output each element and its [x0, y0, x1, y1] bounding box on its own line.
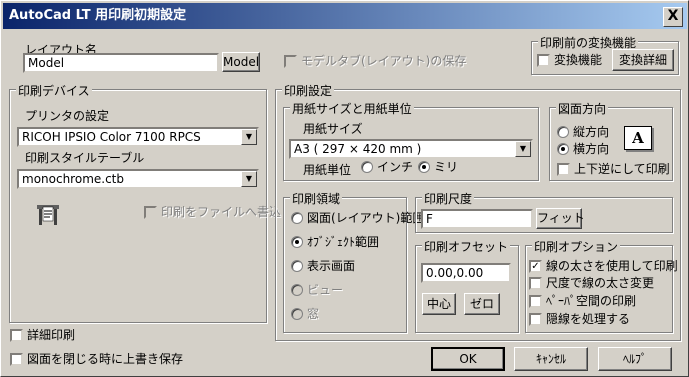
- chevron-down-icon[interactable]: ▼: [241, 129, 257, 145]
- scale-lineweight-checkbox[interactable]: 尺度で線の太さ変更: [529, 277, 654, 290]
- unit-inch-radio[interactable]: インチ: [361, 161, 413, 174]
- print-offset-group: 印刷オフセット: [415, 238, 519, 333]
- print-settings-dialog: AutoCad LT 用印刷初期設定 X レイアウト名 Model Model …: [0, 0, 689, 377]
- help-button[interactable]: ﾍﾙﾌﾟ: [598, 347, 672, 371]
- detail-print-checkbox[interactable]: 詳細印刷: [10, 329, 75, 342]
- radio-dot: [557, 126, 569, 138]
- paper-size-label: 用紙サイズ: [303, 122, 363, 136]
- landscape-radio[interactable]: 横方向: [557, 143, 609, 156]
- radio-dot: [291, 260, 303, 272]
- cancel-button[interactable]: ｷｬﾝｾﾙ: [514, 347, 588, 371]
- overwrite-save-label: 図面を閉じる時に上書き保存: [27, 352, 184, 366]
- print-offset-input[interactable]: 0.00,0.00: [421, 263, 511, 283]
- area-view-label: ビュー: [307, 283, 344, 297]
- radio-dot: [291, 284, 303, 296]
- style-table-value: monochrome.ctb: [22, 172, 124, 186]
- area-limits-label: 図面(レイアウト)範囲: [307, 211, 425, 225]
- printer-select[interactable]: RICOH IPSIO Color 7100 RPCS ▼: [17, 127, 259, 147]
- orientation-preview-icon: A: [624, 126, 652, 150]
- checkbox-box: [10, 329, 23, 342]
- paper-size-value: A3 ( 297 × 420 mm ): [294, 142, 422, 156]
- lineweight-label: 線の太さを使用して印刷: [546, 259, 678, 273]
- radio-dot: [291, 236, 303, 248]
- unit-inch-label: インチ: [377, 160, 414, 174]
- zero-button[interactable]: ゼロ: [464, 293, 500, 315]
- area-display-label: 表示画面: [307, 259, 356, 273]
- paper-group-title: 用紙サイズと用紙単位: [290, 100, 414, 117]
- checkbox-box: [144, 206, 157, 219]
- upside-down-checkbox[interactable]: 上下逆にして印刷: [557, 163, 670, 176]
- portrait-radio[interactable]: 縦方向: [557, 126, 609, 139]
- paperspace-label: ﾍﾟｰﾊﾟ空間の印刷: [546, 294, 637, 308]
- unit-mm-label: ミリ: [434, 160, 459, 174]
- radio-dot: [418, 161, 430, 173]
- window-title: AutoCad LT 用印刷初期設定: [9, 8, 187, 23]
- portrait-label: 縦方向: [573, 125, 610, 139]
- checkbox-box: [284, 55, 297, 68]
- convert-checkbox[interactable]: 変換機能: [537, 54, 602, 67]
- check-icon: ✓: [529, 260, 542, 273]
- checkbox-box: [537, 54, 550, 67]
- style-table-label: 印刷スタイルテーブル: [25, 151, 145, 165]
- chevron-down-icon[interactable]: ▼: [515, 141, 531, 157]
- checkbox-box: [529, 295, 542, 308]
- close-button[interactable]: X: [663, 7, 683, 27]
- center-button[interactable]: 中心: [422, 293, 456, 315]
- save-model-tab-label: モデルタブ(レイアウト)の保存: [301, 54, 467, 68]
- chevron-down-icon[interactable]: ▼: [241, 171, 257, 187]
- print-options-title: 印刷オプション: [532, 238, 621, 255]
- convert-checkbox-label: 変換機能: [554, 53, 603, 67]
- lineweight-checkbox[interactable]: ✓ 線の太さを使用して印刷: [529, 260, 678, 273]
- print-offset-title: 印刷オフセット: [422, 238, 511, 255]
- layout-name-input[interactable]: Model: [23, 53, 219, 73]
- detail-print-label: 詳細印刷: [27, 328, 76, 342]
- area-extents-label: ｵﾌﾞｼﾞｪｸﾄ範囲: [307, 235, 380, 249]
- ok-button[interactable]: OK: [431, 347, 505, 371]
- title-bar: AutoCad LT 用印刷初期設定 X: [3, 3, 687, 29]
- checkbox-box: [529, 277, 542, 290]
- save-model-tab-checkbox[interactable]: モデルタブ(レイアウト)の保存: [284, 55, 466, 68]
- print-to-file-checkbox[interactable]: 印刷をファイルへ書込: [144, 206, 281, 219]
- hide-lines-checkbox[interactable]: 隠線を処理する: [529, 313, 630, 326]
- print-area-title: 印刷領域: [290, 190, 343, 207]
- paperspace-checkbox[interactable]: ﾍﾟｰﾊﾟ空間の印刷: [529, 295, 636, 308]
- print-scale-input[interactable]: F: [421, 209, 533, 229]
- plotter-icon: [35, 201, 63, 227]
- area-extents-radio[interactable]: ｵﾌﾞｼﾞｪｸﾄ範囲: [291, 236, 379, 249]
- area-window-radio[interactable]: 窓: [291, 308, 319, 321]
- print-to-file-label: 印刷をファイルへ書込: [161, 205, 282, 219]
- radio-dot: [291, 308, 303, 320]
- convert-detail-button[interactable]: 変換詳細: [612, 49, 674, 71]
- fit-button[interactable]: フィット: [536, 208, 585, 229]
- scale-lineweight-label: 尺度で線の太さ変更: [546, 276, 655, 290]
- printer-value: RICOH IPSIO Color 7100 RPCS: [22, 130, 201, 144]
- landscape-label: 横方向: [573, 142, 610, 156]
- area-window-label: 窓: [307, 307, 320, 321]
- area-display-radio[interactable]: 表示画面: [291, 260, 355, 273]
- paper-unit-label: 用紙単位: [303, 163, 352, 177]
- device-group-title: 印刷デバイス: [16, 82, 92, 99]
- print-scale-title: 印刷尺度: [422, 190, 475, 207]
- radio-dot: [557, 143, 569, 155]
- area-view-radio[interactable]: ビュー: [291, 284, 343, 297]
- upside-down-label: 上下逆にして印刷: [574, 162, 670, 176]
- style-table-select[interactable]: monochrome.ctb ▼: [17, 169, 259, 189]
- checkbox-box: [10, 353, 23, 366]
- radio-dot: [361, 161, 373, 173]
- checkbox-box: [529, 313, 542, 326]
- area-limits-radio[interactable]: 図面(レイアウト)範囲: [291, 212, 424, 225]
- overwrite-save-checkbox[interactable]: 図面を閉じる時に上書き保存: [10, 353, 183, 366]
- model-button[interactable]: Model: [222, 52, 260, 72]
- orientation-group-title: 図面方向: [556, 100, 609, 117]
- checkbox-box: [557, 163, 570, 176]
- paper-size-select[interactable]: A3 ( 297 × 420 mm ) ▼: [289, 139, 533, 159]
- print-settings-title: 印刷設定: [282, 82, 335, 99]
- printer-label: プリンタの設定: [25, 109, 110, 123]
- unit-mm-radio[interactable]: ミリ: [418, 161, 458, 174]
- radio-dot: [291, 212, 303, 224]
- hide-lines-label: 隠線を処理する: [546, 312, 631, 326]
